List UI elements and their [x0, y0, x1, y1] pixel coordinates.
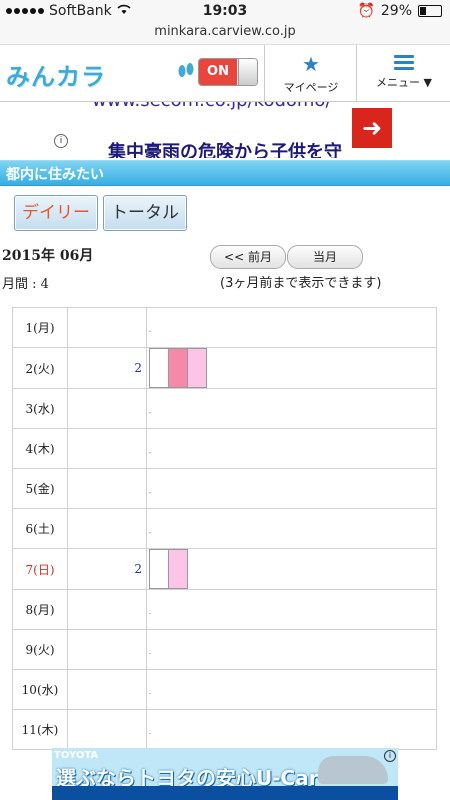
bar-segment — [187, 348, 207, 388]
alarm-icon: ⏰ — [357, 3, 375, 19]
prev-month-button[interactable]: << 前月 — [210, 245, 286, 269]
table-row: 11(木) — [12, 709, 437, 750]
table-row: 5(金) — [12, 468, 437, 509]
minkara-logo[interactable]: みんカラ — [6, 57, 106, 92]
table-row: 4(木) — [12, 428, 437, 469]
count-cell — [67, 709, 147, 750]
empty-bar-marker — [149, 531, 151, 533]
count-cell — [67, 388, 147, 429]
empty-bar-marker — [149, 330, 151, 332]
bar-cell — [146, 669, 437, 710]
empty-bar-marker — [149, 732, 151, 734]
day-cell: 5(金) — [12, 468, 68, 509]
empty-bar-marker — [149, 451, 151, 453]
access-bar — [149, 549, 436, 589]
access-bar — [149, 348, 436, 388]
bar-cell — [146, 508, 437, 549]
bar-cell — [146, 468, 437, 509]
footprint-toggle[interactable]: ON — [198, 58, 258, 86]
daily-count-table: 1(月) 2(火) 2 3(水) 4(木) 5(金) 6(土) 7(日) 2 8(月) 9(火) 10… — [12, 307, 437, 750]
tab-daily[interactable]: デイリー — [14, 195, 98, 231]
bar-cell — [146, 428, 437, 469]
day-cell: 10(水) — [12, 669, 68, 710]
car-image — [318, 756, 388, 784]
bar-cell — [146, 388, 437, 429]
toggle-knob — [238, 59, 257, 85]
menu-button[interactable]: メニュー ▼ — [356, 45, 450, 101]
count-cell: 2 — [67, 347, 147, 389]
bar-cell — [146, 629, 437, 670]
bar-segment — [168, 549, 188, 589]
ad-headline: 集中豪雨の危険から子供を守 — [108, 142, 342, 158]
mypage-button[interactable]: ★ マイページ — [264, 45, 357, 101]
table-row: 3(水) — [12, 388, 437, 429]
table-row: 10(水) — [12, 669, 437, 710]
toggle-on-label: ON — [199, 59, 237, 85]
day-cell: 6(土) — [12, 508, 68, 549]
footprints-icon — [178, 63, 194, 77]
bar-cell — [146, 347, 437, 389]
count-cell — [67, 307, 147, 348]
bar-segment — [149, 348, 168, 388]
bottom-ad-banner[interactable]: TOYOTA 選ぶならトヨタの安心U-Car i — [52, 748, 398, 800]
count-cell — [67, 669, 147, 710]
year-month: 2015年 06月 — [2, 248, 94, 264]
count-cell — [67, 629, 147, 670]
tab-total[interactable]: トータル — [103, 195, 187, 231]
battery-icon — [418, 5, 442, 17]
table-row: 9(火) — [12, 629, 437, 670]
table-row: 2(火) 2 — [12, 347, 437, 389]
ad-info-icon[interactable]: i — [54, 134, 68, 148]
count-cell — [67, 589, 147, 630]
section-title: 都内に住みたい — [6, 167, 104, 183]
empty-bar-marker — [149, 411, 151, 413]
range-note: (3ヶ月前まで表示できます) — [220, 276, 382, 291]
day-cell: 11(木) — [12, 709, 68, 750]
ad-arrow-button[interactable]: ➜ — [352, 108, 392, 148]
menu-label: メニュー ▼ — [376, 76, 432, 89]
current-month-button[interactable]: 当月 — [287, 245, 363, 269]
bar-cell — [146, 709, 437, 750]
toyota-logo: TOYOTA — [54, 750, 99, 761]
section-title-bar: 都内に住みたい — [0, 160, 450, 186]
status-bar: SoftBank 19:03 ⏰ 29% — [0, 0, 450, 22]
table-row: 8(月) — [12, 589, 437, 630]
top-ad-banner[interactable]: www.secom.co.jp/kodomo/ i 集中豪雨の危険から子供を守 … — [52, 102, 398, 158]
address-bar[interactable]: minkara.carview.co.jp — [0, 22, 450, 45]
empty-bar-marker — [149, 692, 151, 694]
bar-cell — [146, 307, 437, 348]
count-cell — [67, 508, 147, 549]
site-header: みんカラ ON ★ マイページ メニュー ▼ — [0, 45, 450, 102]
battery-percent: 29% — [380, 3, 412, 19]
bar-cell — [146, 548, 437, 590]
ad-bottom-strip — [52, 786, 398, 800]
ad-bottom-info-icon[interactable]: i — [384, 750, 396, 762]
day-cell: 4(木) — [12, 428, 68, 469]
day-cell: 7(日) — [12, 548, 68, 590]
empty-bar-marker — [149, 612, 151, 614]
star-icon: ★ — [302, 52, 320, 76]
bar-cell — [146, 589, 437, 630]
monthly-count: 月間 : 4 — [2, 277, 49, 292]
address-domain: minkara.carview.co.jp — [154, 24, 296, 39]
hamburger-icon — [394, 55, 414, 70]
count-cell — [67, 468, 147, 509]
ad-url: www.secom.co.jp/kodomo/ — [92, 102, 332, 111]
day-cell: 3(水) — [12, 388, 68, 429]
day-cell: 2(火) — [12, 347, 68, 389]
count-cell — [67, 428, 147, 469]
mypage-label: マイページ — [283, 81, 339, 94]
table-row: 6(土) — [12, 508, 437, 549]
battery-area: ⏰ 29% — [357, 3, 442, 19]
day-cell: 1(月) — [12, 307, 68, 348]
bar-segment — [168, 348, 187, 388]
day-cell: 8(月) — [12, 589, 68, 630]
empty-bar-marker — [149, 491, 151, 493]
table-row: 7(日) 2 — [12, 548, 437, 590]
table-row: 1(月) — [12, 307, 437, 348]
count-cell: 2 — [67, 548, 147, 590]
bar-segment — [149, 549, 168, 589]
day-cell: 9(火) — [12, 629, 68, 670]
empty-bar-marker — [149, 652, 151, 654]
